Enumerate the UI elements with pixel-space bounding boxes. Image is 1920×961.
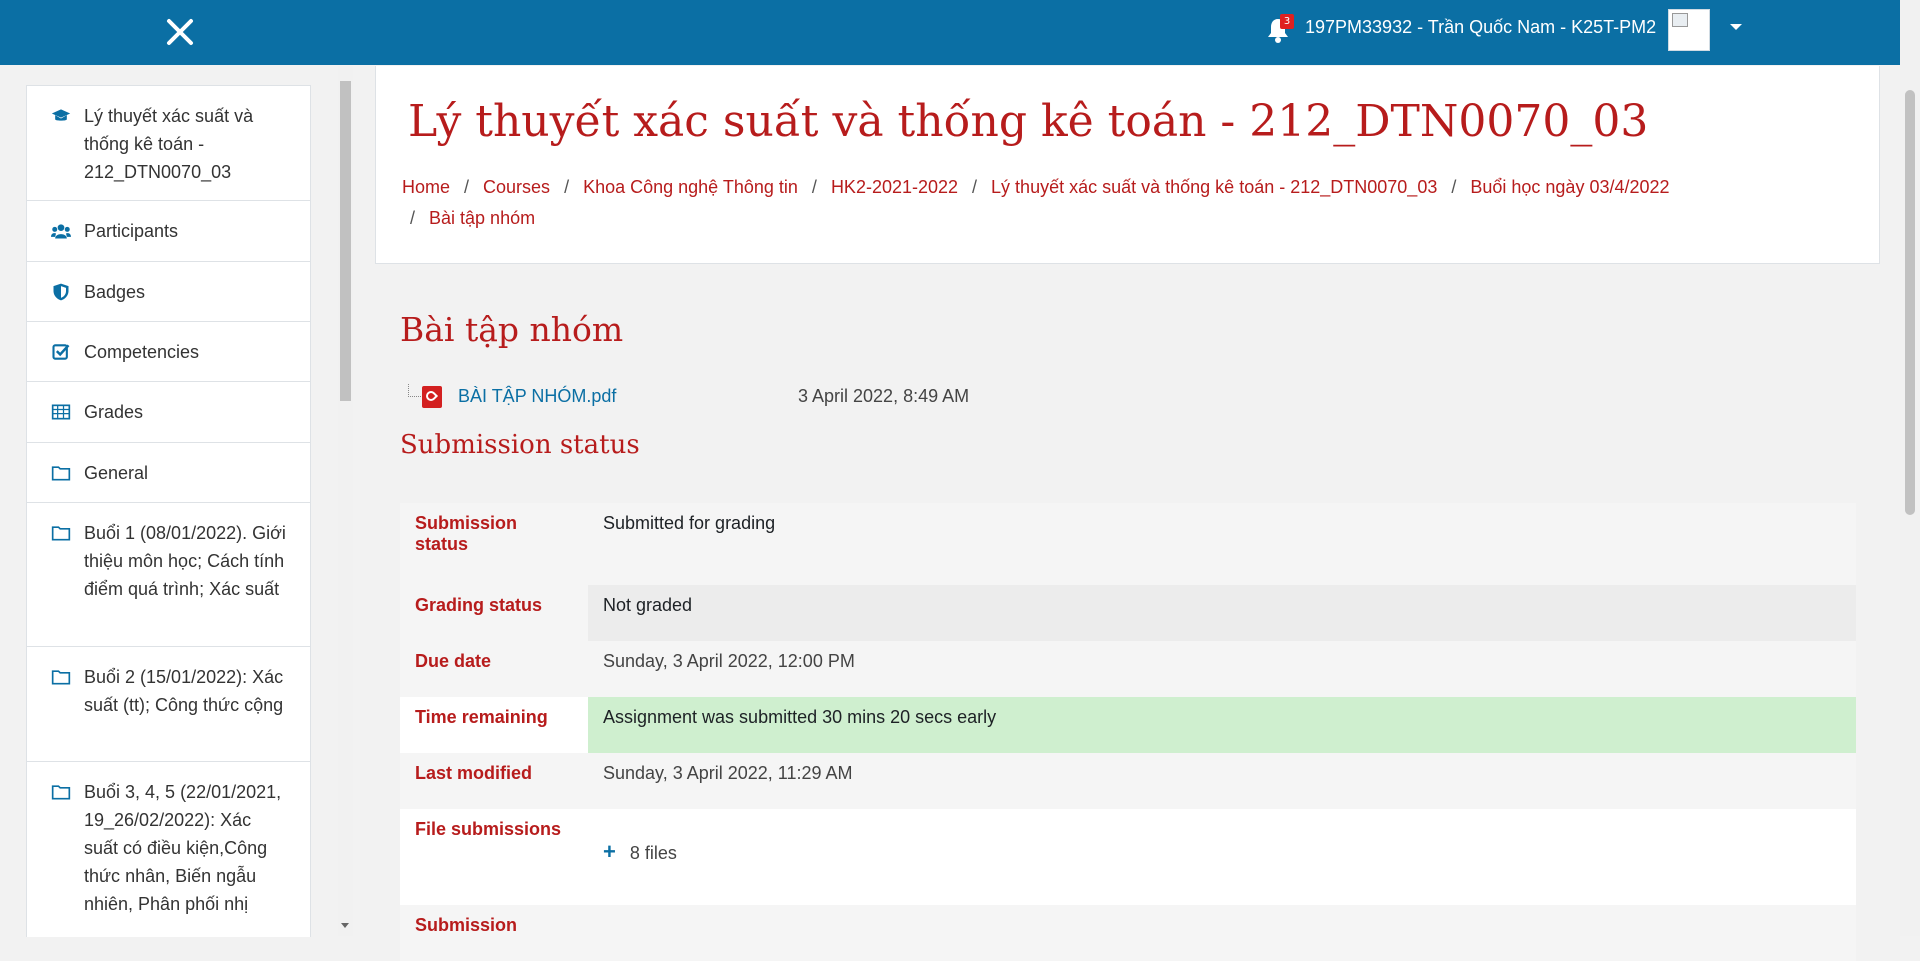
chevron-down-icon[interactable]	[1730, 24, 1742, 30]
notification-count-badge: 3	[1280, 14, 1294, 29]
sidebar-item-label: Buổi 3, 4, 5 (22/01/2021, 19_26/02/2022)…	[84, 782, 282, 914]
table-row: Submission status Submitted for grading	[400, 503, 1856, 585]
sidebar-item-label: General	[84, 463, 149, 483]
sidebar-item-session-3-5[interactable]: Buổi 3, 4, 5 (22/01/2021, 19_26/02/2022)…	[27, 762, 310, 937]
pdf-file-icon	[422, 386, 442, 408]
drawer-scrollbar[interactable]	[338, 66, 353, 936]
tree-connector	[408, 384, 421, 397]
row-label: Last modified	[415, 763, 533, 783]
breadcrumb-separator: /	[564, 177, 570, 197]
sidebar-item-badges[interactable]: Badges	[27, 262, 310, 322]
row-label: Submission	[415, 915, 518, 935]
folder-icon	[51, 785, 71, 800]
table-icon	[51, 404, 71, 420]
row-value	[588, 905, 1856, 961]
sidebar-item-general[interactable]: General	[27, 443, 310, 503]
shield-icon	[53, 283, 69, 301]
sidebar-item-label: Buổi 2 (15/01/2022): Xác suất (tt); Công…	[84, 667, 284, 715]
breadcrumb-term[interactable]: HK2-2021-2022	[831, 177, 958, 197]
drawer-scrollbar-thumb[interactable]	[340, 81, 351, 401]
page-scrollbar-thumb[interactable]	[1905, 90, 1915, 515]
row-label: File submissions	[415, 819, 562, 839]
page-title: Lý thuyết xác suất và thống kê toán - 21…	[408, 96, 1649, 147]
graduation-cap-icon	[51, 109, 71, 121]
sidebar-item-label: Grades	[84, 402, 144, 422]
row-label: Due date	[415, 651, 492, 671]
folder-icon	[51, 466, 71, 481]
users-icon	[51, 224, 71, 239]
top-navbar: 3 197PM33932 - Trần Quốc Nam - K25T-PM2	[0, 0, 1900, 65]
broken-image-icon	[1672, 13, 1688, 27]
activity-title: Bài tập nhóm	[400, 310, 624, 349]
table-row: Grading status Not graded	[400, 585, 1856, 641]
table-row: Time remaining Assignment was submitted …	[400, 697, 1856, 753]
sidebar-item-label: Badges	[84, 282, 146, 302]
table-row: Submission	[400, 905, 1856, 961]
breadcrumb-faculty[interactable]: Khoa Công nghệ Thông tin	[583, 177, 798, 197]
folder-icon	[51, 670, 71, 685]
breadcrumb-session[interactable]: Buổi học ngày 03/4/2022	[1470, 177, 1669, 197]
submission-status-table: Submission status Submitted for grading …	[400, 503, 1856, 961]
table-row: Due date Sunday, 3 April 2022, 12:00 PM	[400, 641, 1856, 697]
breadcrumb-courses[interactable]: Courses	[483, 177, 550, 197]
table-row: File submissions +8 files	[400, 809, 1856, 905]
row-value: Submitted for grading	[603, 513, 776, 533]
sidebar-item-course[interactable]: Lý thuyết xác suất và thống kê toán - 21…	[27, 86, 310, 201]
sidebar-item-label: Participants	[84, 221, 179, 241]
user-menu-name[interactable]: 197PM33932 - Trần Quốc Nam - K25T-PM2	[1305, 17, 1656, 38]
breadcrumb-separator: /	[464, 177, 470, 197]
avatar[interactable]	[1668, 9, 1710, 51]
sidebar-item-session-2[interactable]: Buổi 2 (15/01/2022): Xác suất (tt); Công…	[27, 647, 310, 762]
table-row: Last modified Sunday, 3 April 2022, 11:2…	[400, 753, 1856, 809]
breadcrumb-separator: /	[811, 177, 817, 197]
row-value: +8 files	[588, 809, 1856, 905]
breadcrumb-separator: /	[410, 208, 416, 228]
row-value: Not graded	[588, 585, 1856, 641]
row-value: Assignment was submitted 30 mins 20 secs…	[588, 697, 1856, 753]
page-header: Lý thuyết xác suất và thống kê toán - 21…	[375, 66, 1880, 264]
checkbox-icon	[52, 344, 70, 360]
breadcrumb-separator: /	[972, 177, 978, 197]
sidebar-item-label: Competencies	[84, 342, 200, 362]
row-value: Sunday, 3 April 2022, 11:29 AM	[603, 763, 853, 783]
nav-drawer: Lý thuyết xác suất và thống kê toán - 21…	[26, 85, 311, 937]
row-value: Sunday, 3 April 2022, 12:00 PM	[603, 651, 855, 671]
folder-icon	[51, 526, 71, 541]
row-label: Submission status	[415, 513, 518, 554]
breadcrumb: Home / Courses / Khoa Công nghệ Thông tin / HK…	[402, 172, 1872, 234]
breadcrumb-separator: /	[1451, 177, 1457, 197]
sidebar-item-grades[interactable]: Grades	[27, 382, 310, 443]
sidebar-item-label: Lý thuyết xác suất và thống kê toán - 21…	[84, 106, 254, 182]
submission-status-heading: Submission status	[400, 430, 640, 460]
row-label: Time remaining	[415, 707, 548, 727]
sidebar-item-session-1[interactable]: Buổi 1 (08/01/2022). Giới thiệu môn học;…	[27, 503, 310, 647]
notifications-button[interactable]: 3	[1266, 14, 1294, 45]
expand-plus-icon[interactable]: +	[603, 839, 616, 864]
close-icon	[167, 19, 193, 45]
scroll-down-arrow-icon[interactable]	[341, 923, 349, 928]
row-label: Grading status	[400, 585, 588, 641]
sidebar-item-participants[interactable]: Participants	[27, 201, 310, 262]
breadcrumb-assignment[interactable]: Bài tập nhóm	[429, 208, 535, 228]
close-drawer-button[interactable]	[160, 12, 200, 52]
breadcrumb-course[interactable]: Lý thuyết xác suất và thống kê toán - 21…	[991, 177, 1437, 197]
file-count: 8 files	[629, 843, 677, 863]
sidebar-item-label: Buổi 1 (08/01/2022). Giới thiệu môn học;…	[84, 523, 286, 599]
sidebar-item-competencies[interactable]: Competencies	[27, 322, 310, 382]
attachment-link[interactable]: BÀI TẬP NHÓM.pdf	[458, 386, 616, 407]
attachment-date: 3 April 2022, 8:49 AM	[798, 386, 970, 406]
breadcrumb-home[interactable]: Home	[402, 177, 450, 197]
page-scrollbar[interactable]	[1900, 0, 1920, 936]
attachment-row: BÀI TẬP NHÓM.pdf 3 April 2022, 8:49 AM	[408, 384, 1108, 410]
